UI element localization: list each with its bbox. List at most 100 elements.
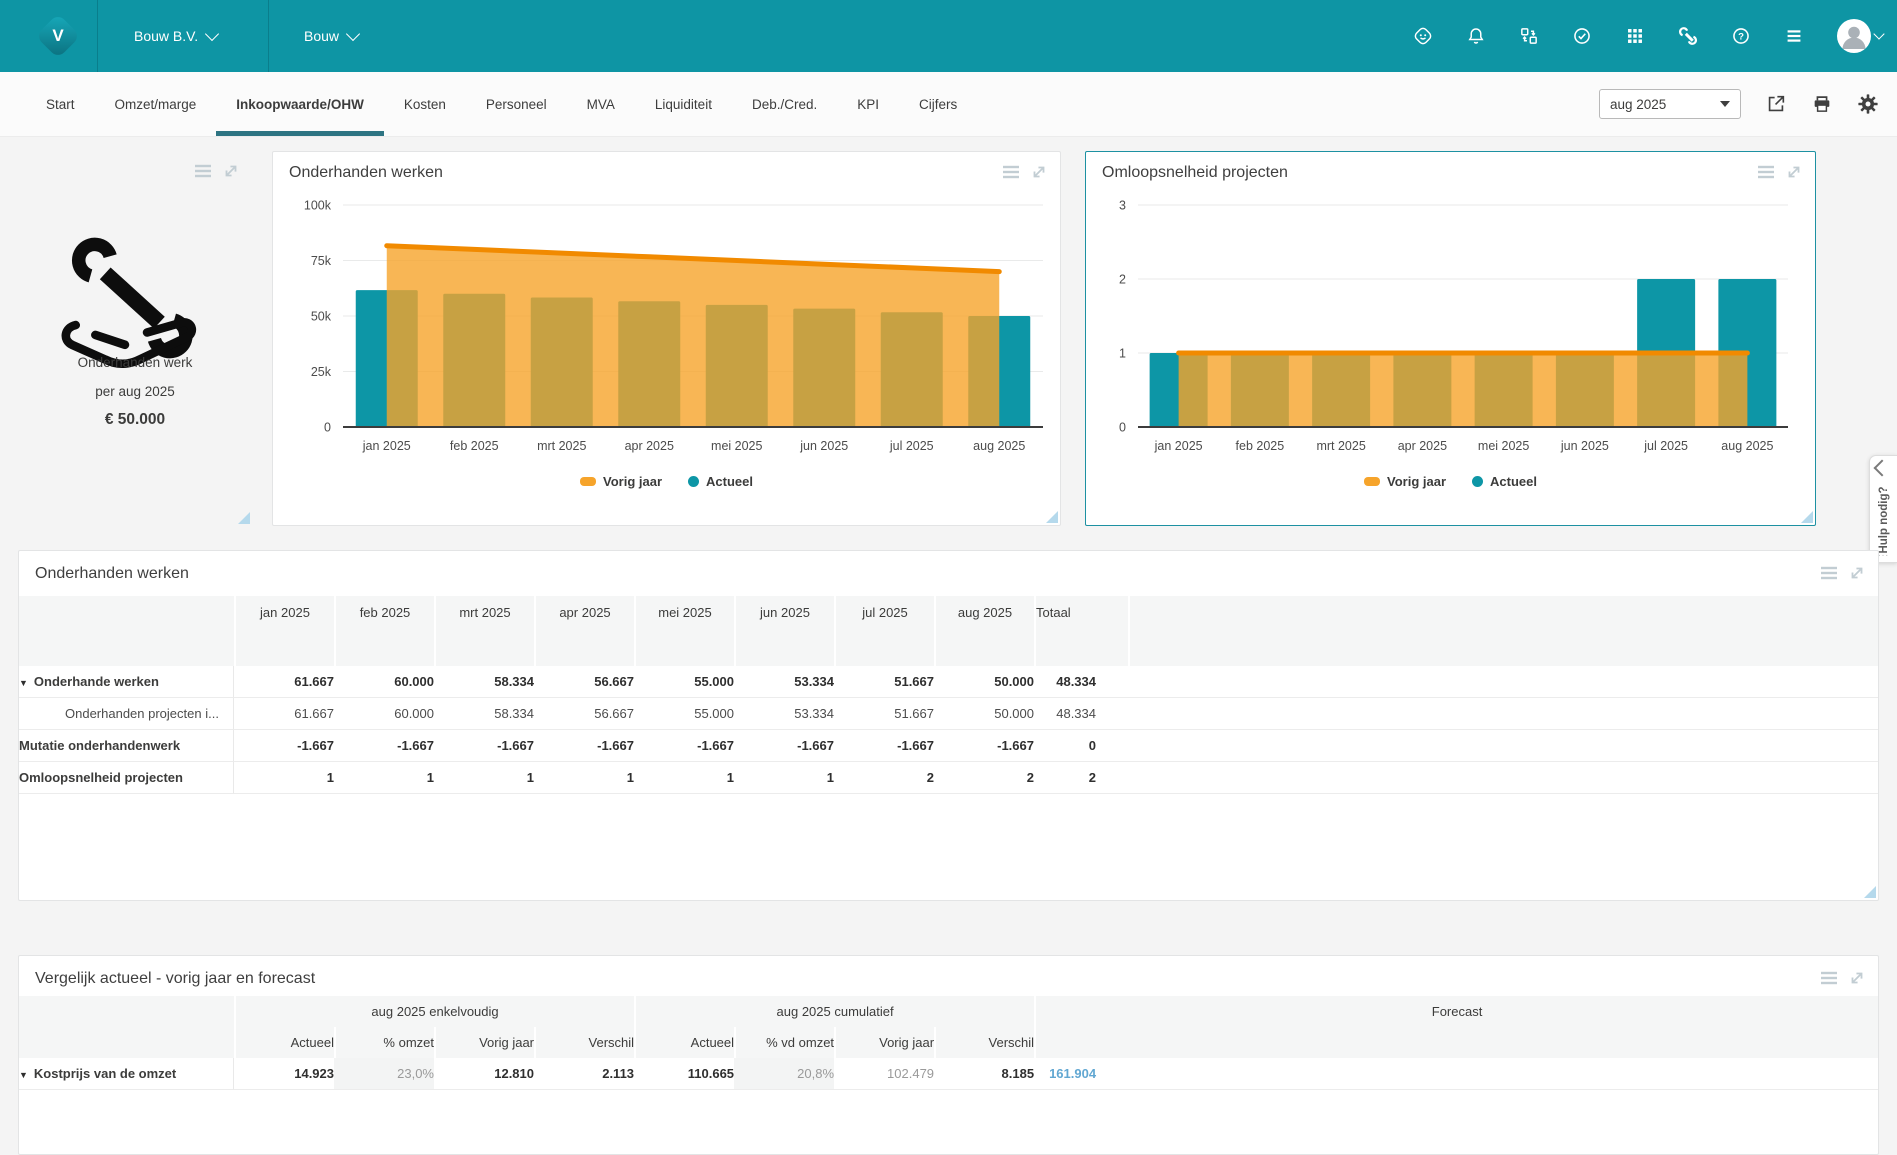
- assistant-icon[interactable]: [1412, 25, 1434, 47]
- cell-value: 60.000: [334, 698, 434, 730]
- svg-text:25k: 25k: [311, 365, 332, 379]
- help-icon[interactable]: ?: [1730, 25, 1752, 47]
- cell-value: 110.665: [634, 1058, 734, 1090]
- widget-expand-icon[interactable]: [1030, 163, 1048, 181]
- row-label: Onderhanden projecten i...: [19, 698, 234, 730]
- column-header: aug 2025: [934, 596, 1034, 629]
- tab-liquiditeit[interactable]: Liquiditeit: [635, 72, 732, 136]
- apps-grid-icon[interactable]: [1624, 25, 1646, 47]
- tab-kosten[interactable]: Kosten: [384, 72, 466, 136]
- column-header: [1034, 1027, 1878, 1058]
- cell-value: 0: [1034, 730, 1128, 762]
- tab-personeel[interactable]: Personeel: [466, 72, 567, 136]
- dashboard-page: V Bouw B.V. Bouw: [0, 0, 1897, 1079]
- widget-expand-icon[interactable]: [1848, 969, 1866, 987]
- settings-gear-icon[interactable]: [1857, 93, 1879, 115]
- cell-value: 56.667: [534, 666, 634, 698]
- chart-legend: Vorig jaar Actueel: [273, 474, 1060, 489]
- import-export-icon[interactable]: [1518, 25, 1540, 47]
- resize-handle[interactable]: [238, 512, 250, 524]
- help-tab-label: Hulp nodig?: [1878, 486, 1890, 553]
- resize-handle[interactable]: [1046, 511, 1058, 523]
- cell-value: 56.667: [534, 698, 634, 730]
- toolbar-actions: aug 2025: [1599, 72, 1879, 136]
- kpi-subtitle: per aug 2025: [18, 384, 252, 399]
- tab-inkoopwaarde-ohw[interactable]: Inkoopwaarde/OHW: [216, 72, 384, 136]
- widget-menu-icon[interactable]: [1820, 564, 1838, 582]
- column-header: Verschil: [934, 1027, 1034, 1058]
- widget-menu-icon[interactable]: [1002, 163, 1020, 181]
- expand-row-icon[interactable]: ▼: [19, 678, 28, 688]
- cell-value: 2: [934, 762, 1034, 794]
- widget-expand-icon[interactable]: [1785, 163, 1803, 181]
- app-logo[interactable]: V: [40, 18, 76, 54]
- table-card-onderhanden-werken: Onderhanden werken jan 2025feb 2025mrt 2…: [18, 550, 1879, 901]
- kpi-title: Onderhanden werk: [18, 355, 252, 370]
- dashboard-selector[interactable]: Bouw: [298, 0, 364, 72]
- tab-omzet-marge[interactable]: Omzet/marge: [95, 72, 217, 136]
- tab-mva[interactable]: MVA: [567, 72, 635, 136]
- tools-wrench-icon[interactable]: [1677, 25, 1699, 47]
- cell-value: 1: [734, 762, 834, 794]
- svg-text:jul 2025: jul 2025: [1643, 439, 1688, 453]
- legend-label: Actueel: [706, 474, 753, 489]
- svg-text:feb 2025: feb 2025: [1236, 439, 1285, 453]
- column-header: Actueel: [234, 1027, 334, 1058]
- cell-value: 2: [834, 762, 934, 794]
- chart-title: Omloopsnelheid projecten: [1102, 164, 1288, 182]
- user-avatar[interactable]: [1836, 18, 1883, 54]
- cell-value: 12.810: [434, 1058, 534, 1090]
- cell-value: 8.185: [934, 1058, 1034, 1090]
- help-panel-tab[interactable]: Hulp nodig? ...: [1869, 455, 1897, 563]
- cell-value: 53.334: [734, 698, 834, 730]
- header-icon-bar: ?: [1412, 0, 1883, 72]
- chart-title: Onderhanden werken: [289, 164, 443, 182]
- company-selector[interactable]: Bouw B.V.: [128, 0, 223, 72]
- tab-cijfers[interactable]: Cijfers: [899, 72, 977, 136]
- widget-menu-icon[interactable]: [1757, 163, 1775, 181]
- legend-item-vorig-jaar[interactable]: Vorig jaar: [580, 474, 662, 489]
- svg-text:aug 2025: aug 2025: [973, 439, 1025, 453]
- table-title: Onderhanden werken: [35, 565, 189, 583]
- svg-text:2: 2: [1119, 273, 1126, 287]
- tab-deb-cred-[interactable]: Deb./Cred.: [732, 72, 837, 136]
- legend-item-actueel[interactable]: Actueel: [1472, 474, 1537, 489]
- widget-menu-icon[interactable]: [1820, 969, 1838, 987]
- tasks-check-icon[interactable]: [1571, 25, 1593, 47]
- widget-expand-icon[interactable]: [1848, 564, 1866, 582]
- row-label: Omloopsnelheid projecten: [19, 762, 234, 794]
- widget-expand-icon[interactable]: [222, 162, 240, 180]
- resize-handle[interactable]: [1801, 511, 1813, 523]
- cell-value: 1: [334, 762, 434, 794]
- notifications-bell-icon[interactable]: [1465, 25, 1487, 47]
- column-header: [19, 596, 234, 629]
- svg-text:apr 2025: apr 2025: [625, 439, 674, 453]
- column-header: Vorig jaar: [434, 1027, 534, 1058]
- cell-value: -1.667: [534, 730, 634, 762]
- chevron-left-icon[interactable]: [1874, 460, 1891, 477]
- legend-item-vorig-jaar[interactable]: Vorig jaar: [1364, 474, 1446, 489]
- tab-start[interactable]: Start: [26, 72, 95, 136]
- column-header: Actueel: [634, 1027, 734, 1058]
- cell-value: -1.667: [734, 730, 834, 762]
- svg-text:3: 3: [1119, 199, 1126, 213]
- legend-label: Vorig jaar: [603, 474, 662, 489]
- column-header: jan 2025: [234, 596, 334, 629]
- widget-menu-icon[interactable]: [194, 162, 212, 180]
- share-icon[interactable]: [1765, 93, 1787, 115]
- table-row: Onderhanden projecten i...61.66760.00058…: [19, 698, 1878, 730]
- print-icon[interactable]: [1811, 93, 1833, 115]
- column-header: [1128, 596, 1878, 629]
- table-header-row: jan 2025feb 2025mrt 2025apr 2025mei 2025…: [19, 596, 1878, 629]
- tab-bar: StartOmzet/margeInkoopwaarde/OHWKostenPe…: [0, 72, 1897, 137]
- chart-canvas[interactable]: 3210jan 2025feb 2025mrt 2025apr 2025mei …: [1086, 198, 1798, 467]
- resize-handle[interactable]: [1864, 886, 1876, 898]
- period-select[interactable]: aug 2025: [1599, 89, 1741, 119]
- svg-text:50k: 50k: [311, 310, 332, 324]
- menu-icon[interactable]: [1783, 25, 1805, 47]
- chart-canvas[interactable]: 100k75k50k25k0jan 2025feb 2025mrt 2025ap…: [273, 198, 1053, 467]
- cell-value: -1.667: [834, 730, 934, 762]
- tab-kpi[interactable]: KPI: [837, 72, 899, 136]
- legend-item-actueel[interactable]: Actueel: [688, 474, 753, 489]
- forecast-value: 161.904: [1034, 1058, 1128, 1090]
